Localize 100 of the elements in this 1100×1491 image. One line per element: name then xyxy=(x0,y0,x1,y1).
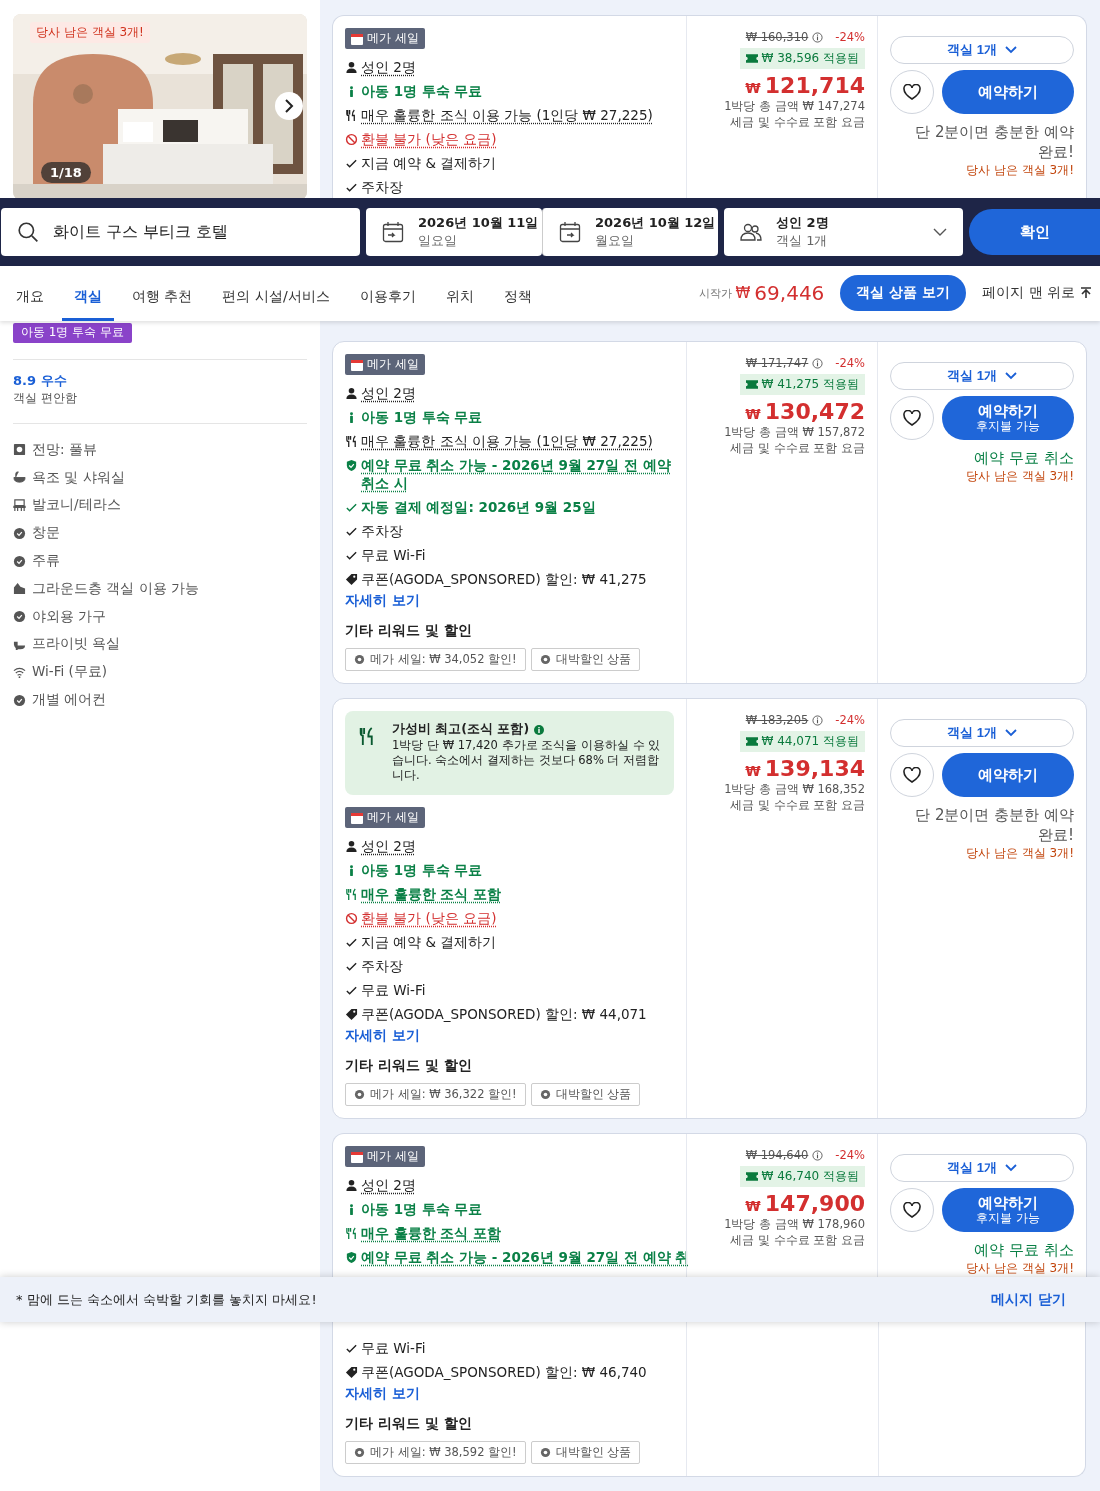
book-button[interactable]: 예약하기 xyxy=(942,753,1074,797)
favorite-button[interactable] xyxy=(890,396,934,440)
gear-icon xyxy=(539,1447,551,1458)
back-to-top-link[interactable]: 페이지 맨 위로 xyxy=(970,284,1098,303)
original-price: ₩ 171,747 xyxy=(745,356,809,370)
room-count-select[interactable]: 객실 1개 xyxy=(890,719,1074,747)
person-icon xyxy=(345,61,358,74)
section-tab[interactable]: 편의 시설/서비스 xyxy=(210,265,342,321)
original-price: ₩ 194,640 xyxy=(745,1148,809,1162)
favorite-button[interactable] xyxy=(890,1188,934,1232)
tax-note: 세금 및 수수료 포함 요금 xyxy=(730,797,865,813)
check-circle-icon xyxy=(13,554,26,568)
message-text: * 맘에 드는 숙소에서 숙박할 기회를 놓치지 마세요! xyxy=(16,1290,317,1309)
rooms-left-badge: 당사 남은 객실 3개! xyxy=(30,22,150,43)
room-count-select[interactable]: 객실 1개 xyxy=(890,1154,1074,1182)
fork-knife-icon xyxy=(345,888,358,901)
check-circle-icon xyxy=(13,526,26,540)
gear-icon xyxy=(539,1089,551,1100)
gear-icon xyxy=(354,654,365,665)
info-icon xyxy=(534,724,545,735)
feature-text: 쿠폰(AGODA_SPONSORED) 할인: ₩ 41,275 xyxy=(361,570,647,588)
heart-icon xyxy=(903,410,921,426)
check-icon xyxy=(345,1342,358,1355)
details-link[interactable]: 자세히 보기 xyxy=(345,1027,420,1045)
info-icon xyxy=(812,1149,824,1161)
destination-field[interactable]: 화이트 구스 부티크 호텔 xyxy=(1,208,360,257)
feature-text: 지금 예약 & 결제하기 xyxy=(361,154,497,172)
check-circle-icon xyxy=(13,693,26,707)
amenity-label: 그라운드층 객실 이용 가능 xyxy=(32,579,199,598)
mega-sale-tag: 메가 세일 xyxy=(345,807,425,828)
details-link[interactable]: 자세히 보기 xyxy=(345,1385,420,1403)
applied-discount-badge: ₩ 41,275 적용됨 xyxy=(739,374,865,395)
section-tab[interactable]: 정책 xyxy=(491,265,544,321)
info-icon xyxy=(812,357,824,369)
room-price: 147,900 xyxy=(764,1191,865,1216)
rewards-heading: 기타 리워드 및 할인 xyxy=(345,1057,472,1075)
section-tab[interactable]: 여행 추천 xyxy=(120,265,205,321)
arrow-up-icon xyxy=(1080,287,1092,300)
search-icon xyxy=(17,221,39,244)
book-button[interactable]: 예약하기 후지불 가능 xyxy=(942,396,1074,440)
check-circle-icon xyxy=(13,610,26,624)
tag-icon xyxy=(345,1008,358,1021)
chevron-down-icon xyxy=(1004,46,1017,54)
favorite-button[interactable] xyxy=(890,753,934,797)
banner-text: 1박당 단 ₩ 17,420 추가로 조식을 이용하실 수 있습니다. 숙소에서 결제하는 것보다 68% 더 저렴합니다. xyxy=(392,738,662,783)
check-in-field[interactable]: 2026년 10월 11일 일요일 xyxy=(366,208,542,257)
close-message-link[interactable]: 메시지 닫기 xyxy=(985,1289,1072,1310)
calendar-icon xyxy=(351,32,363,45)
section-tab[interactable]: 위치 xyxy=(433,265,486,321)
mega-sale-tag: 메가 세일 xyxy=(345,1146,425,1167)
view-rooms-button[interactable]: 객실 상품 보기 xyxy=(840,275,967,312)
calendar-icon xyxy=(351,358,363,371)
mega-sale-tag: 메가 세일 xyxy=(345,354,425,375)
section-tab[interactable]: 이용후기 xyxy=(347,265,428,321)
fork-knife-icon xyxy=(345,435,358,448)
feature-text: 쿠폰(AGODA_SPONSORED) 할인: ₩ 46,740 xyxy=(361,1363,647,1381)
currency-symbol: ₩ xyxy=(745,1198,761,1214)
chevron-down-icon xyxy=(1004,1164,1017,1172)
guests-field[interactable]: 성인 2명 객실 1개 xyxy=(724,208,963,257)
currency-symbol: ₩ xyxy=(745,763,761,779)
check-icon xyxy=(345,181,358,194)
amenity-label: 개별 에어컨 xyxy=(32,691,107,710)
child-free-badge: 아동 1명 투숙 무료 xyxy=(13,323,133,343)
feature-text: 무료 Wi-Fi xyxy=(361,981,426,999)
search-button[interactable]: 확인 xyxy=(969,209,1100,256)
fork-knife-icon xyxy=(345,1227,358,1240)
applied-discount-badge: ₩ 38,596 적용됨 xyxy=(739,48,865,69)
discount-percent: -24% xyxy=(835,713,865,727)
check-out-field[interactable]: 2026년 10월 12일 월요일 xyxy=(542,208,718,257)
book-button[interactable]: 예약하기 xyxy=(942,70,1074,114)
person-icon xyxy=(345,1179,358,1192)
calendar-icon xyxy=(382,221,404,244)
amenity-label: 발코니/테라스 xyxy=(32,496,121,515)
review-caption: 객실 편안함 xyxy=(13,390,77,407)
section-tab[interactable]: 개요 xyxy=(4,265,56,321)
chevron-down-icon xyxy=(1004,729,1017,737)
lowest-price: 69,446 xyxy=(754,281,825,306)
room-count-select[interactable]: 객실 1개 xyxy=(890,362,1074,390)
room-count-select[interactable]: 객실 1개 xyxy=(890,36,1074,64)
book-button[interactable]: 예약하기 후지불 가능 xyxy=(942,1188,1074,1232)
reward-chip: 대박할인 상품 xyxy=(530,1083,641,1106)
heart-icon xyxy=(903,84,921,100)
feature-text: 성인 2명 xyxy=(361,384,416,402)
original-price: ₩ 160,310 xyxy=(745,30,809,44)
favorite-button[interactable] xyxy=(890,70,934,114)
reward-chip: 대박할인 상품 xyxy=(530,1441,641,1464)
rooms-left-note: 당사 남은 객실 3개! xyxy=(966,162,1074,179)
gear-icon xyxy=(354,1447,365,1458)
total-price-note: 1박당 총 금액 ₩ 147,274 xyxy=(724,98,865,114)
feature-text: 성인 2명 xyxy=(361,1176,416,1194)
details-link[interactable]: 자세히 보기 xyxy=(345,592,420,610)
gear-icon xyxy=(539,654,551,665)
booking-note: 예약 무료 취소 xyxy=(974,1240,1074,1260)
banner-title: 가성비 최고(조식 포함) xyxy=(392,721,664,738)
check-icon xyxy=(345,936,358,949)
feature-text: 아동 1명 투숙 무료 xyxy=(361,1200,483,1218)
currency-symbol: ₩ xyxy=(745,80,761,96)
fork-knife-icon xyxy=(359,727,376,746)
check-icon xyxy=(345,157,358,170)
rooms-left-note: 당사 남은 객실 3개! xyxy=(966,1260,1074,1277)
